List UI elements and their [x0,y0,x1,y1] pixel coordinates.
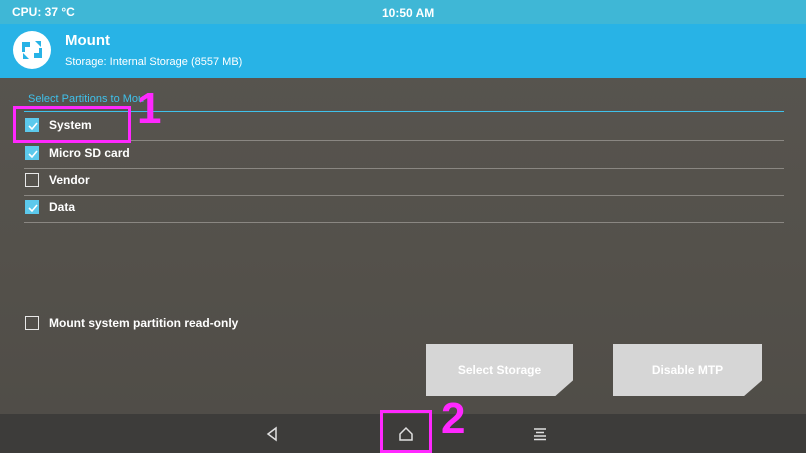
checkbox-checked-icon[interactable] [25,200,39,214]
back-button[interactable] [252,414,292,453]
twrp-logo-icon [13,31,51,69]
disable-mtp-button[interactable]: Disable MTP [613,344,762,396]
page-title: Mount [65,32,110,49]
partition-label: Data [49,200,76,214]
header: Mount Storage: Internal Storage (8557 MB… [0,24,806,78]
clock: 10:50 AM [382,6,435,20]
readonly-label: Mount system partition read-only [49,316,239,330]
checkbox-unchecked-icon[interactable] [25,173,39,187]
storage-subtitle: Storage: Internal Storage (8557 MB) [65,56,243,68]
checkbox-unchecked-icon[interactable] [25,316,39,330]
annotation-highlight-1 [13,106,131,143]
partition-label: Vendor [49,173,90,187]
partition-row-vendor[interactable]: Vendor [24,168,784,196]
partition-row-data[interactable]: Data [24,195,784,223]
partition-label: Micro SD card [49,146,130,160]
cpu-temperature: CPU: 37 °C [12,5,75,19]
select-storage-button[interactable]: Select Storage [426,344,573,396]
status-bar: CPU: 37 °C 10:50 AM [0,0,806,24]
twrp-screen: CPU: 37 °C 10:50 AM Mount Storage: Inter… [0,0,806,453]
back-triangle-icon [266,426,277,442]
checkbox-checked-icon[interactable] [25,146,39,160]
annotation-label-2: 2 [441,394,466,443]
readonly-option[interactable]: Mount system partition read-only [24,314,324,334]
partition-row-micro-sd[interactable]: Micro SD card [24,141,784,169]
menu-lines-icon [534,428,546,441]
annotation-label-1: 1 [137,84,162,133]
annotation-highlight-2 [380,410,432,453]
section-title: Select Partitions to Mou [28,93,145,105]
menu-button[interactable] [520,414,560,453]
